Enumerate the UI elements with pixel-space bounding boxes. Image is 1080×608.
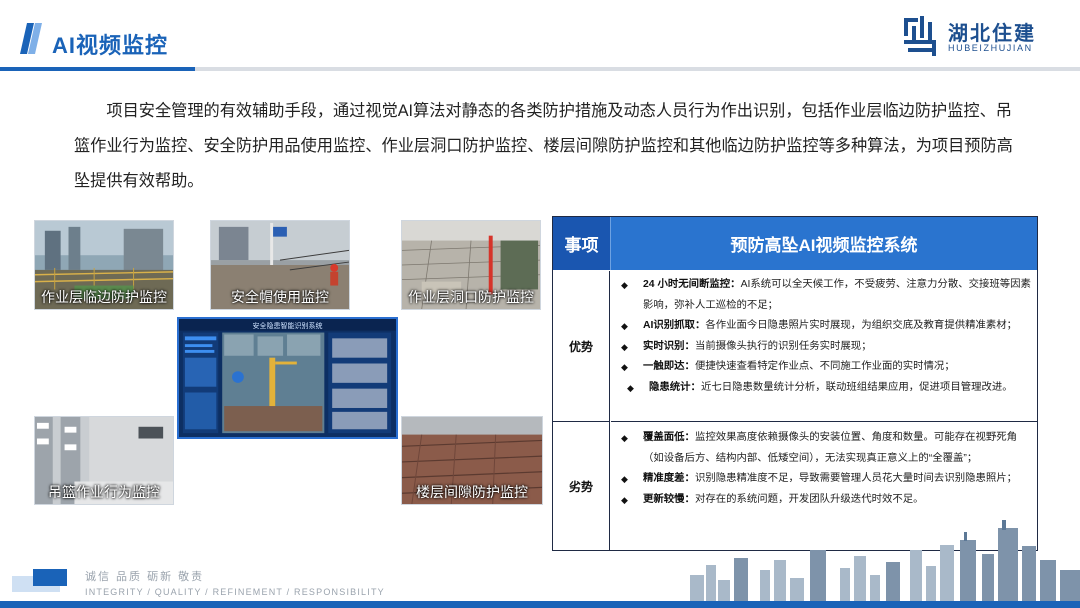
diamond-bullet-icon: ◆ [621, 280, 628, 290]
item-text: 监控效果高度依赖摄像头的安装位置、角度和数量。可能存在视野死角（如设备后方、结构… [643, 432, 1018, 464]
footer-bar [0, 601, 1080, 608]
item-title: 覆盖面低： [643, 432, 695, 443]
header-divider [0, 67, 1080, 71]
dashboard-title: 安全隐患智能识别系统 [252, 323, 323, 330]
photo-helmet[interactable]: 安全帽使用监控 [210, 220, 350, 310]
diamond-bullet-icon: ◆ [621, 474, 628, 484]
item-text: 对存在的系统问题，开发团队升级迭代时效不足。 [694, 493, 924, 505]
city-skyline-icon [690, 520, 1080, 601]
item-text: 便捷快速查看特定作业点、不同施工作业面的实时情况； [694, 361, 955, 372]
advantages-label: 优势 [553, 271, 610, 422]
item-text: 识别隐患精准度不足，导致需要管理人员花大量时间去识别隐患照片； [694, 473, 1018, 484]
list-item: ◆ 隐患统计：近七日隐患数量统计分析，联动班组结果应用，促进项目管理改进。 [615, 378, 1031, 399]
disadvantages-label: 劣势 [553, 422, 610, 550]
advantages-list: ◆ 24 小时无间断监控：AI系统可以全天候工作，不受疲劳、注意力分散、交接班等… [611, 271, 1037, 422]
logo-text-en: HUBEIZHUJIAN [948, 43, 1033, 53]
comparison-table: 事项 预防高坠AI视频监控系统 优势 ◆ 24 小时无间断监控：AI系统可以全天… [552, 216, 1038, 551]
photo-caption: 吊篮作业行为监控 [48, 484, 160, 500]
item-title: 实时识别： [643, 340, 695, 352]
monitor-dashboard-screenshot[interactable]: 安全隐患智能识别系统 [177, 317, 398, 439]
motto-en: INTEGRITY / QUALITY / REFINEMENT / RESPO… [85, 587, 385, 597]
item-title: 隐患统计： [649, 381, 701, 393]
diamond-bullet-icon: ◆ [627, 382, 634, 393]
logo-text-cn: 湖北住建 [948, 23, 1036, 45]
item-text: 当前摄像头执行的识别任务实时展现； [694, 340, 872, 352]
intro-paragraph: 项目安全管理的有效辅助手段，通过视觉AI算法对静态的各类防护措施及动态人员行为作… [74, 102, 1013, 190]
diamond-bullet-icon: ◆ [621, 362, 628, 372]
page-title: AI视频监控 [52, 33, 169, 58]
photo-gondola[interactable]: 吊篮作业行为监控 [34, 416, 174, 505]
diamond-bullet-icon: ◆ [621, 341, 628, 352]
photo-caption: 安全帽使用监控 [231, 289, 329, 305]
diamond-bullet-icon: ◆ [621, 433, 628, 443]
item-title: AI识别抓取： [643, 320, 706, 331]
item-title: 24 小时无间断监控： [643, 279, 741, 290]
list-item: ◆ 覆盖面低：监控效果高度依赖摄像头的安装位置、角度和数量。可能存在视野死角（如… [615, 428, 1031, 469]
list-item: ◆ 精准度差：识别隐患精准度不足，导致需要管理人员花大量时间去识别隐患照片； [615, 469, 1031, 490]
list-item: ◆ AI识别抓取：各作业面今日隐患照片实时展现，为组织交底及教育提供精准素材； [615, 316, 1031, 337]
photo-edge-protection[interactable]: 作业层临边防护监控 [34, 220, 174, 310]
photo-floor-opening[interactable]: 作业层洞口防护监控 [401, 220, 541, 310]
diamond-bullet-icon: ◆ [621, 494, 628, 505]
table-header-item: 事项 [553, 217, 610, 270]
list-item: ◆ 一触即达：便捷快速查看特定作业点、不同施工作业面的实时情况； [615, 357, 1031, 378]
table-header-system: 预防高坠AI视频监控系统 [610, 217, 1037, 270]
item-title: 精准度差： [643, 473, 695, 484]
photo-caption: 作业层临边防护监控 [41, 289, 167, 305]
list-item: ◆ 更新较慢：对存在的系统问题，开发团队升级迭代时效不足。 [615, 490, 1031, 511]
list-item: ◆ 实时识别：当前摄像头执行的识别任务实时展现； [615, 337, 1031, 358]
motto-cn: 诚信 品质 砺新 敬责 [85, 571, 205, 583]
list-item: ◆ 24 小时无间断监控：AI系统可以全天候工作，不受疲劳、注意力分散、交接班等… [615, 275, 1031, 316]
item-text: 近七日隐患数量统计分析，联动班组结果应用，促进项目管理改进。 [700, 381, 1013, 393]
diamond-bullet-icon: ◆ [621, 321, 628, 331]
dashboard-image [179, 319, 396, 437]
item-title: 一触即达： [643, 361, 695, 372]
photo-floor-gap[interactable]: 楼层间隙防护监控 [401, 416, 543, 505]
table-header: 事项 预防高坠AI视频监控系统 [553, 217, 1037, 270]
item-title: 更新较慢： [643, 493, 695, 505]
photo-caption: 楼层间隙防护监控 [416, 484, 528, 500]
footer-decor-block [33, 569, 67, 586]
item-text: 各作业面今日隐患照片实时展现，为组织交底及教育提供精准素材； [705, 320, 1018, 331]
title-accent-icon [20, 23, 42, 54]
photo-caption: 作业层洞口防护监控 [408, 289, 534, 305]
